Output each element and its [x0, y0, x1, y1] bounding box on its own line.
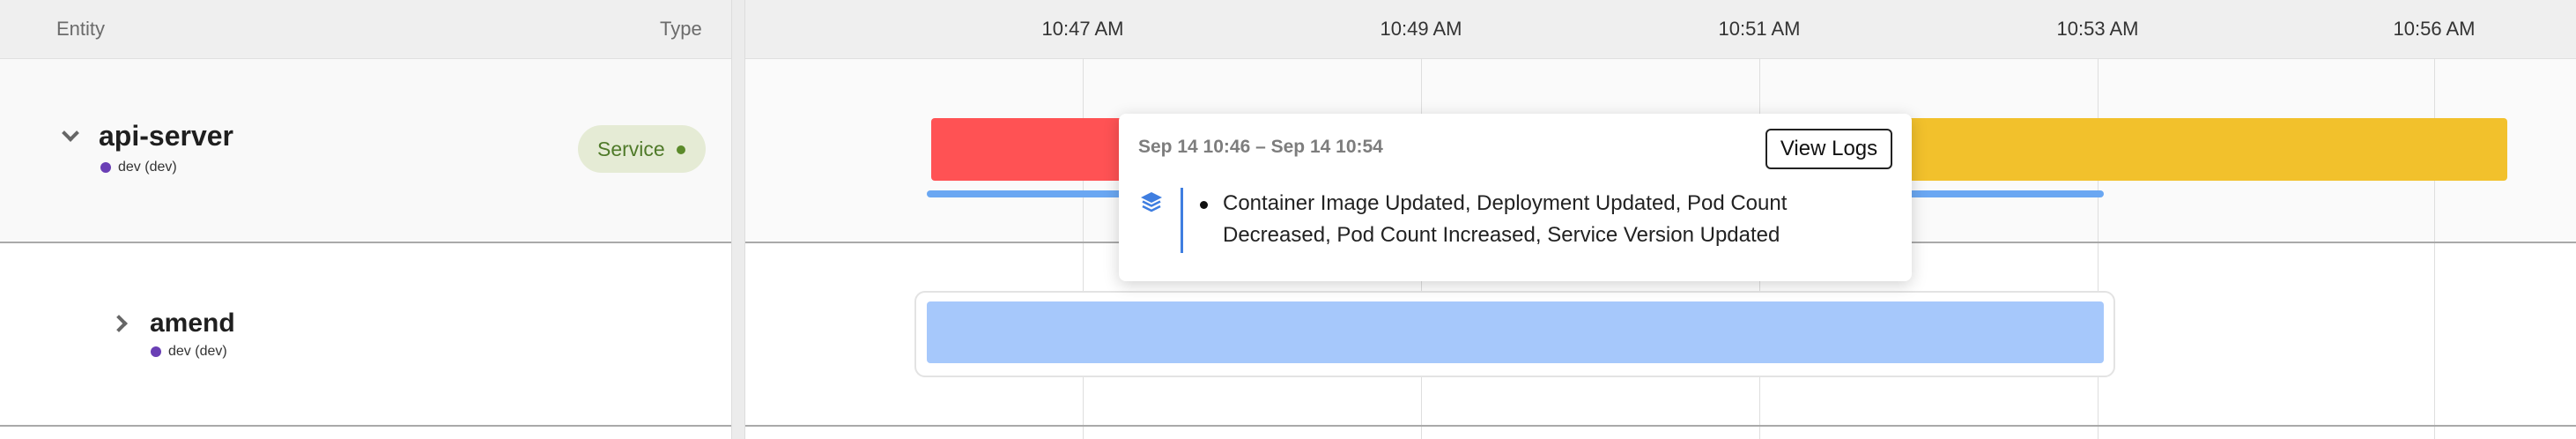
view-logs-button[interactable]: View Logs — [1765, 129, 1892, 169]
panel-resize-handle[interactable] — [731, 0, 745, 439]
entity-column-header: Entity Type — [0, 0, 731, 59]
time-tick-label: 10:53 AM — [2056, 18, 2139, 40]
bullet — [1200, 201, 1208, 209]
type-column-label: Type — [660, 18, 702, 40]
entity-row-amend[interactable] — [0, 243, 731, 425]
environment-label: dev (dev) — [118, 160, 177, 175]
time-gridline — [1083, 58, 1084, 439]
environment-dot — [100, 162, 111, 173]
tooltip-event-list: Container Image Updated, Deployment Upda… — [1223, 191, 1788, 247]
event-tooltip: Sep 14 10:46 – Sep 14 10:54 View Logs Co… — [1119, 114, 1912, 281]
tooltip-time-range: Sep 14 10:46 – Sep 14 10:54 — [1138, 137, 1383, 157]
status-dot — [677, 145, 685, 154]
event-bar-yellow[interactable] — [1906, 118, 2507, 181]
event-bar-red[interactable] — [931, 118, 1134, 181]
duration-bar[interactable] — [927, 301, 2104, 363]
time-gridline — [2098, 58, 2099, 439]
time-tick-label: 10:51 AM — [1718, 18, 1801, 40]
time-tick-label: 10:56 AM — [2393, 18, 2476, 40]
row-divider — [0, 425, 731, 427]
entity-name: api-server — [99, 120, 233, 152]
environment-label: dev (dev) — [168, 344, 227, 359]
entity-column-label: Entity — [56, 18, 106, 40]
time-tick-label: 10:49 AM — [1380, 18, 1462, 40]
time-axis: 10:47 AM 10:49 AM 10:51 AM 10:53 AM 10:5… — [745, 0, 2576, 59]
time-gridline — [2434, 58, 2435, 439]
type-badge: Service — [578, 125, 706, 173]
time-tick-label: 10:47 AM — [1041, 18, 1124, 40]
type-badge-label: Service — [597, 138, 665, 160]
entity-name: amend — [150, 309, 235, 338]
row-divider — [745, 425, 2576, 427]
tooltip-divider — [1181, 188, 1183, 253]
environment-dot — [151, 346, 161, 357]
layers-icon — [1141, 192, 1162, 212]
